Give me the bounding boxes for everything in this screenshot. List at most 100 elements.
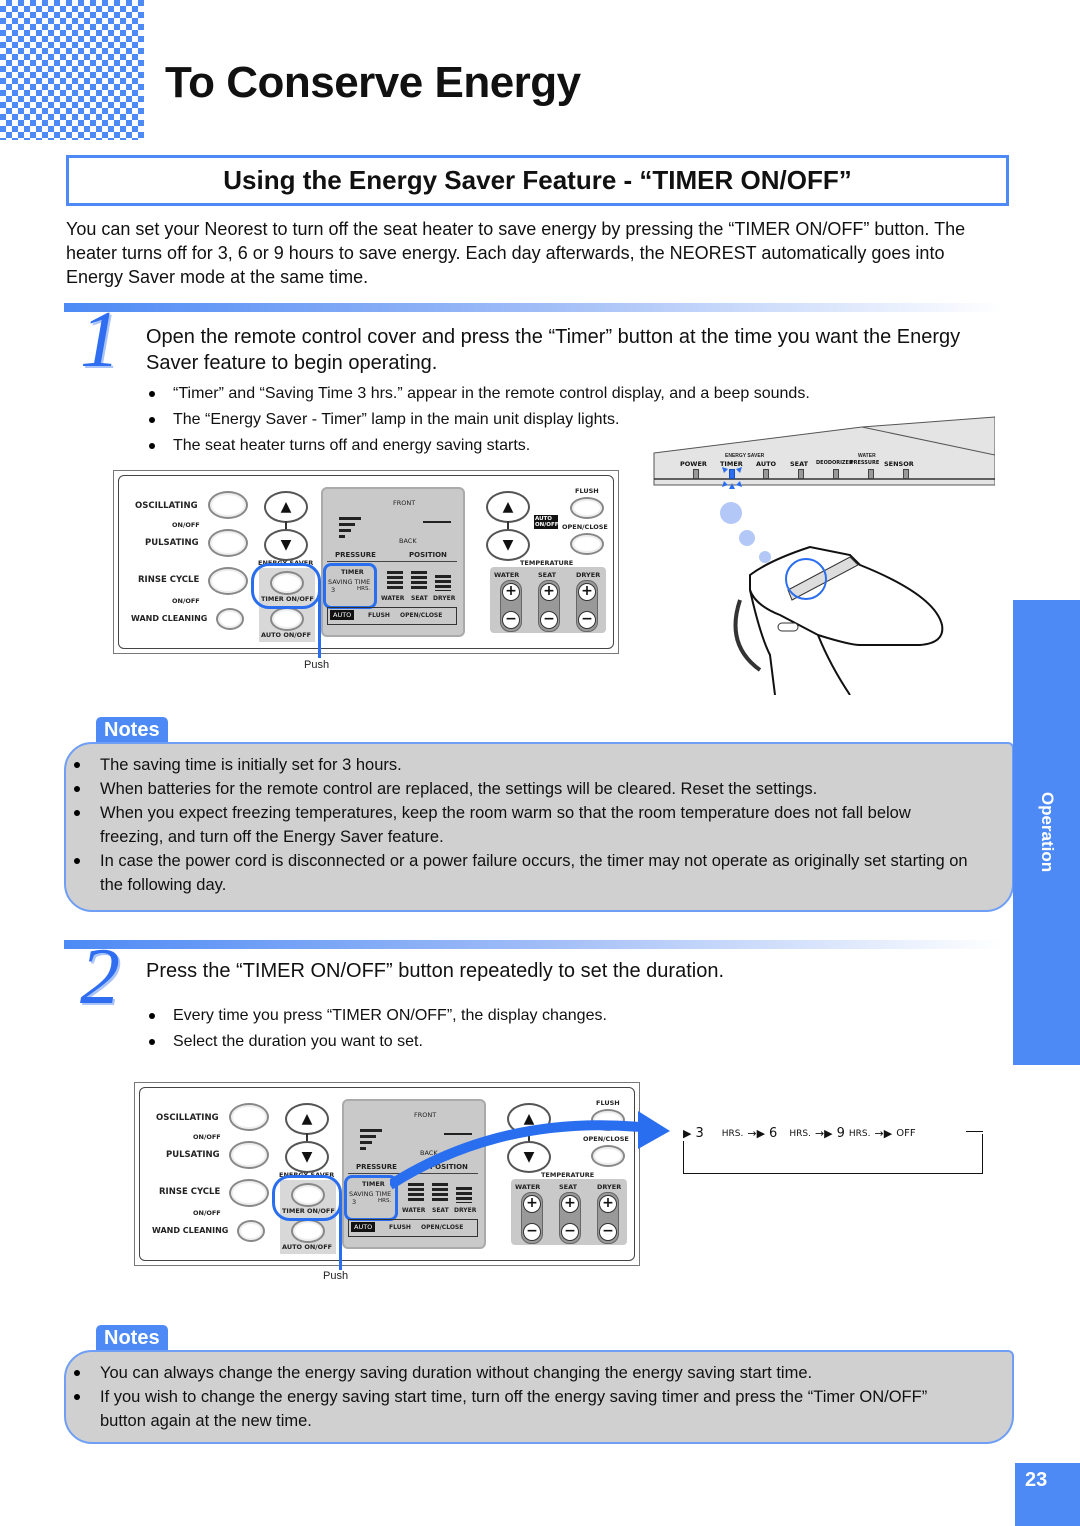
- seat-temp-minus-button[interactable]: −: [540, 611, 558, 629]
- section-tab-operation[interactable]: Operation: [1013, 600, 1080, 1065]
- list-item: Select the duration you want to set.: [147, 1029, 947, 1055]
- auto-onoff-label: AUTO ON/OFF: [261, 631, 312, 639]
- section-heading-text: Using the Energy Saver Feature - “TIMER …: [223, 165, 852, 195]
- back-label: BACK: [399, 537, 417, 545]
- list-item: When you expect freezing temperatures, k…: [66, 801, 976, 849]
- up-arrow-icon: ▲: [502, 499, 514, 515]
- dryer-temp-minus-button[interactable]: −: [599, 1223, 617, 1241]
- notes-list-2: You can always change the energy saving …: [66, 1361, 976, 1433]
- lamp-deodorizer: [833, 469, 839, 479]
- dryer-temp-minus-button[interactable]: −: [578, 611, 596, 629]
- pulsating-label: PULSATING: [166, 1150, 220, 1160]
- page-title: To Conserve Energy: [165, 58, 581, 107]
- wand-cleaning-label: WAND CLEANING: [152, 1226, 229, 1235]
- bubble: [759, 551, 771, 563]
- sequence-unit: HRS.: [721, 1128, 744, 1139]
- toilet-illustration: [720, 502, 944, 695]
- list-item: The saving time is initially set for 3 h…: [66, 753, 976, 777]
- seat-temp-plus-button[interactable]: +: [540, 583, 558, 601]
- pressure-down-button[interactable]: ▼: [285, 1141, 329, 1173]
- lamp-label-power: POWER: [680, 460, 707, 468]
- sequence-arrow-icon: ▶: [683, 1127, 692, 1140]
- onoff-label: ON/OFF: [172, 597, 200, 605]
- list-item: You can always change the energy saving …: [66, 1361, 976, 1385]
- step-2-number: 2: [80, 933, 120, 1021]
- pressure-bar: [360, 1129, 382, 1132]
- auto-onoff-label: AUTO ON/OFF: [282, 1243, 333, 1251]
- dryer-temp-plus-button[interactable]: +: [599, 1195, 617, 1213]
- page-number: 23: [1015, 1463, 1080, 1526]
- mode-strip: AUTO FLUSH OPEN/CLOSE: [327, 607, 457, 625]
- onoff-label: ON/OFF: [172, 521, 200, 529]
- temperature-label: TEMPERATURE: [520, 559, 574, 567]
- pressure-bar: [339, 529, 351, 532]
- mode-strip: AUTO FLUSH OPEN/CLOSE: [348, 1219, 478, 1237]
- bubble: [720, 502, 742, 524]
- intro-paragraph: You can set your Neorest to turn off the…: [66, 219, 966, 287]
- water-caption: WATER: [858, 453, 876, 459]
- auto-indicator: AUTO: [330, 610, 355, 620]
- seat-temp-plus-button[interactable]: +: [561, 1195, 579, 1213]
- push-caption: Push: [304, 659, 330, 671]
- water-temp-minus-button[interactable]: −: [502, 611, 520, 629]
- flush-indicator: FLUSH: [389, 1224, 411, 1231]
- lamp-label-sensor: SENSOR: [884, 460, 914, 468]
- open-close-button[interactable]: [570, 533, 604, 555]
- up-arrow-icon: ▲: [280, 499, 292, 515]
- pulsating-label: PULSATING: [145, 538, 199, 548]
- remote-control-panel-1: OSCILLATING ON/OFF PULSATING RINSE CYCLE…: [113, 470, 619, 658]
- dryer-temp-plus-button[interactable]: +: [578, 583, 596, 601]
- display-highlight-ring: [323, 563, 377, 609]
- lamp-label-pressure: PRESSURE: [850, 460, 880, 466]
- water-temp-minus-button[interactable]: −: [523, 1223, 541, 1241]
- water-temp-label: WATER: [494, 571, 520, 579]
- wand-cleaning-button[interactable]: [237, 1220, 265, 1242]
- highlight-ring: [272, 1175, 342, 1221]
- auto-indicator: AUTO: [351, 1222, 376, 1232]
- notes-box-2: You can always change the energy saving …: [64, 1350, 1014, 1444]
- sequence-arrow-icon: →▶: [874, 1127, 893, 1140]
- onoff-label: ON/OFF: [193, 1133, 221, 1141]
- down-arrow-icon: ▼: [301, 1149, 313, 1165]
- pressure-bar: [339, 517, 361, 520]
- water-temp-plus-button[interactable]: +: [523, 1195, 541, 1213]
- sequence-value-off: OFF: [896, 1128, 916, 1139]
- pressure-label: PRESSURE: [335, 551, 376, 559]
- sequence-value-6: 6: [769, 1126, 778, 1141]
- notes-box-1: The saving time is initially set for 3 h…: [64, 742, 1014, 912]
- seat-temp-control: + −: [559, 1192, 581, 1244]
- rinse-cycle-button[interactable]: [229, 1179, 269, 1207]
- auto-onoff-button[interactable]: [270, 607, 304, 631]
- pressure-down-button[interactable]: ▼: [264, 529, 308, 561]
- pressure-up-button[interactable]: ▲: [285, 1103, 329, 1135]
- temperature-controls: WATER SEAT DRYER + − + − + −: [490, 567, 606, 633]
- rinse-cycle-button[interactable]: [208, 567, 248, 595]
- down-arrow-icon: ▼: [280, 537, 292, 553]
- water-temp-plus-button[interactable]: +: [502, 583, 520, 601]
- notes-list-1: The saving time is initially set for 3 h…: [66, 753, 976, 897]
- position-up-button[interactable]: ▲: [486, 491, 530, 523]
- auto-onoff-button[interactable]: [291, 1219, 325, 1243]
- list-item: Every time you press “TIMER ON/OFF”, the…: [147, 1003, 947, 1029]
- highlight-ring: [251, 563, 321, 609]
- seat-temp-minus-button[interactable]: −: [561, 1223, 579, 1241]
- sequence-value-3: 3: [695, 1126, 704, 1141]
- step-1-number: 1: [80, 296, 120, 384]
- step-2-bullets: Every time you press “TIMER ON/OFF”, the…: [147, 1003, 947, 1055]
- flush-button[interactable]: [570, 497, 604, 519]
- pulsating-button[interactable]: [208, 529, 248, 557]
- oscillating-button[interactable]: [229, 1103, 269, 1131]
- seat-indicator: SEAT: [411, 595, 428, 602]
- open-close-indicator: OPEN/CLOSE: [400, 612, 443, 619]
- step-2-bar: [64, 940, 1004, 949]
- wand-cleaning-button[interactable]: [216, 608, 244, 630]
- pressure-up-button[interactable]: ▲: [264, 491, 308, 523]
- position-down-button[interactable]: ▼: [486, 529, 530, 561]
- oscillating-button[interactable]: [208, 491, 248, 519]
- water-indicator: WATER: [402, 1207, 426, 1214]
- unit-display-outline: [653, 416, 996, 486]
- rinse-cycle-label: RINSE CYCLE: [138, 575, 200, 585]
- sequence-unit: HRS.: [789, 1128, 811, 1139]
- water-temp-control: + −: [521, 1192, 543, 1244]
- pulsating-button[interactable]: [229, 1141, 269, 1169]
